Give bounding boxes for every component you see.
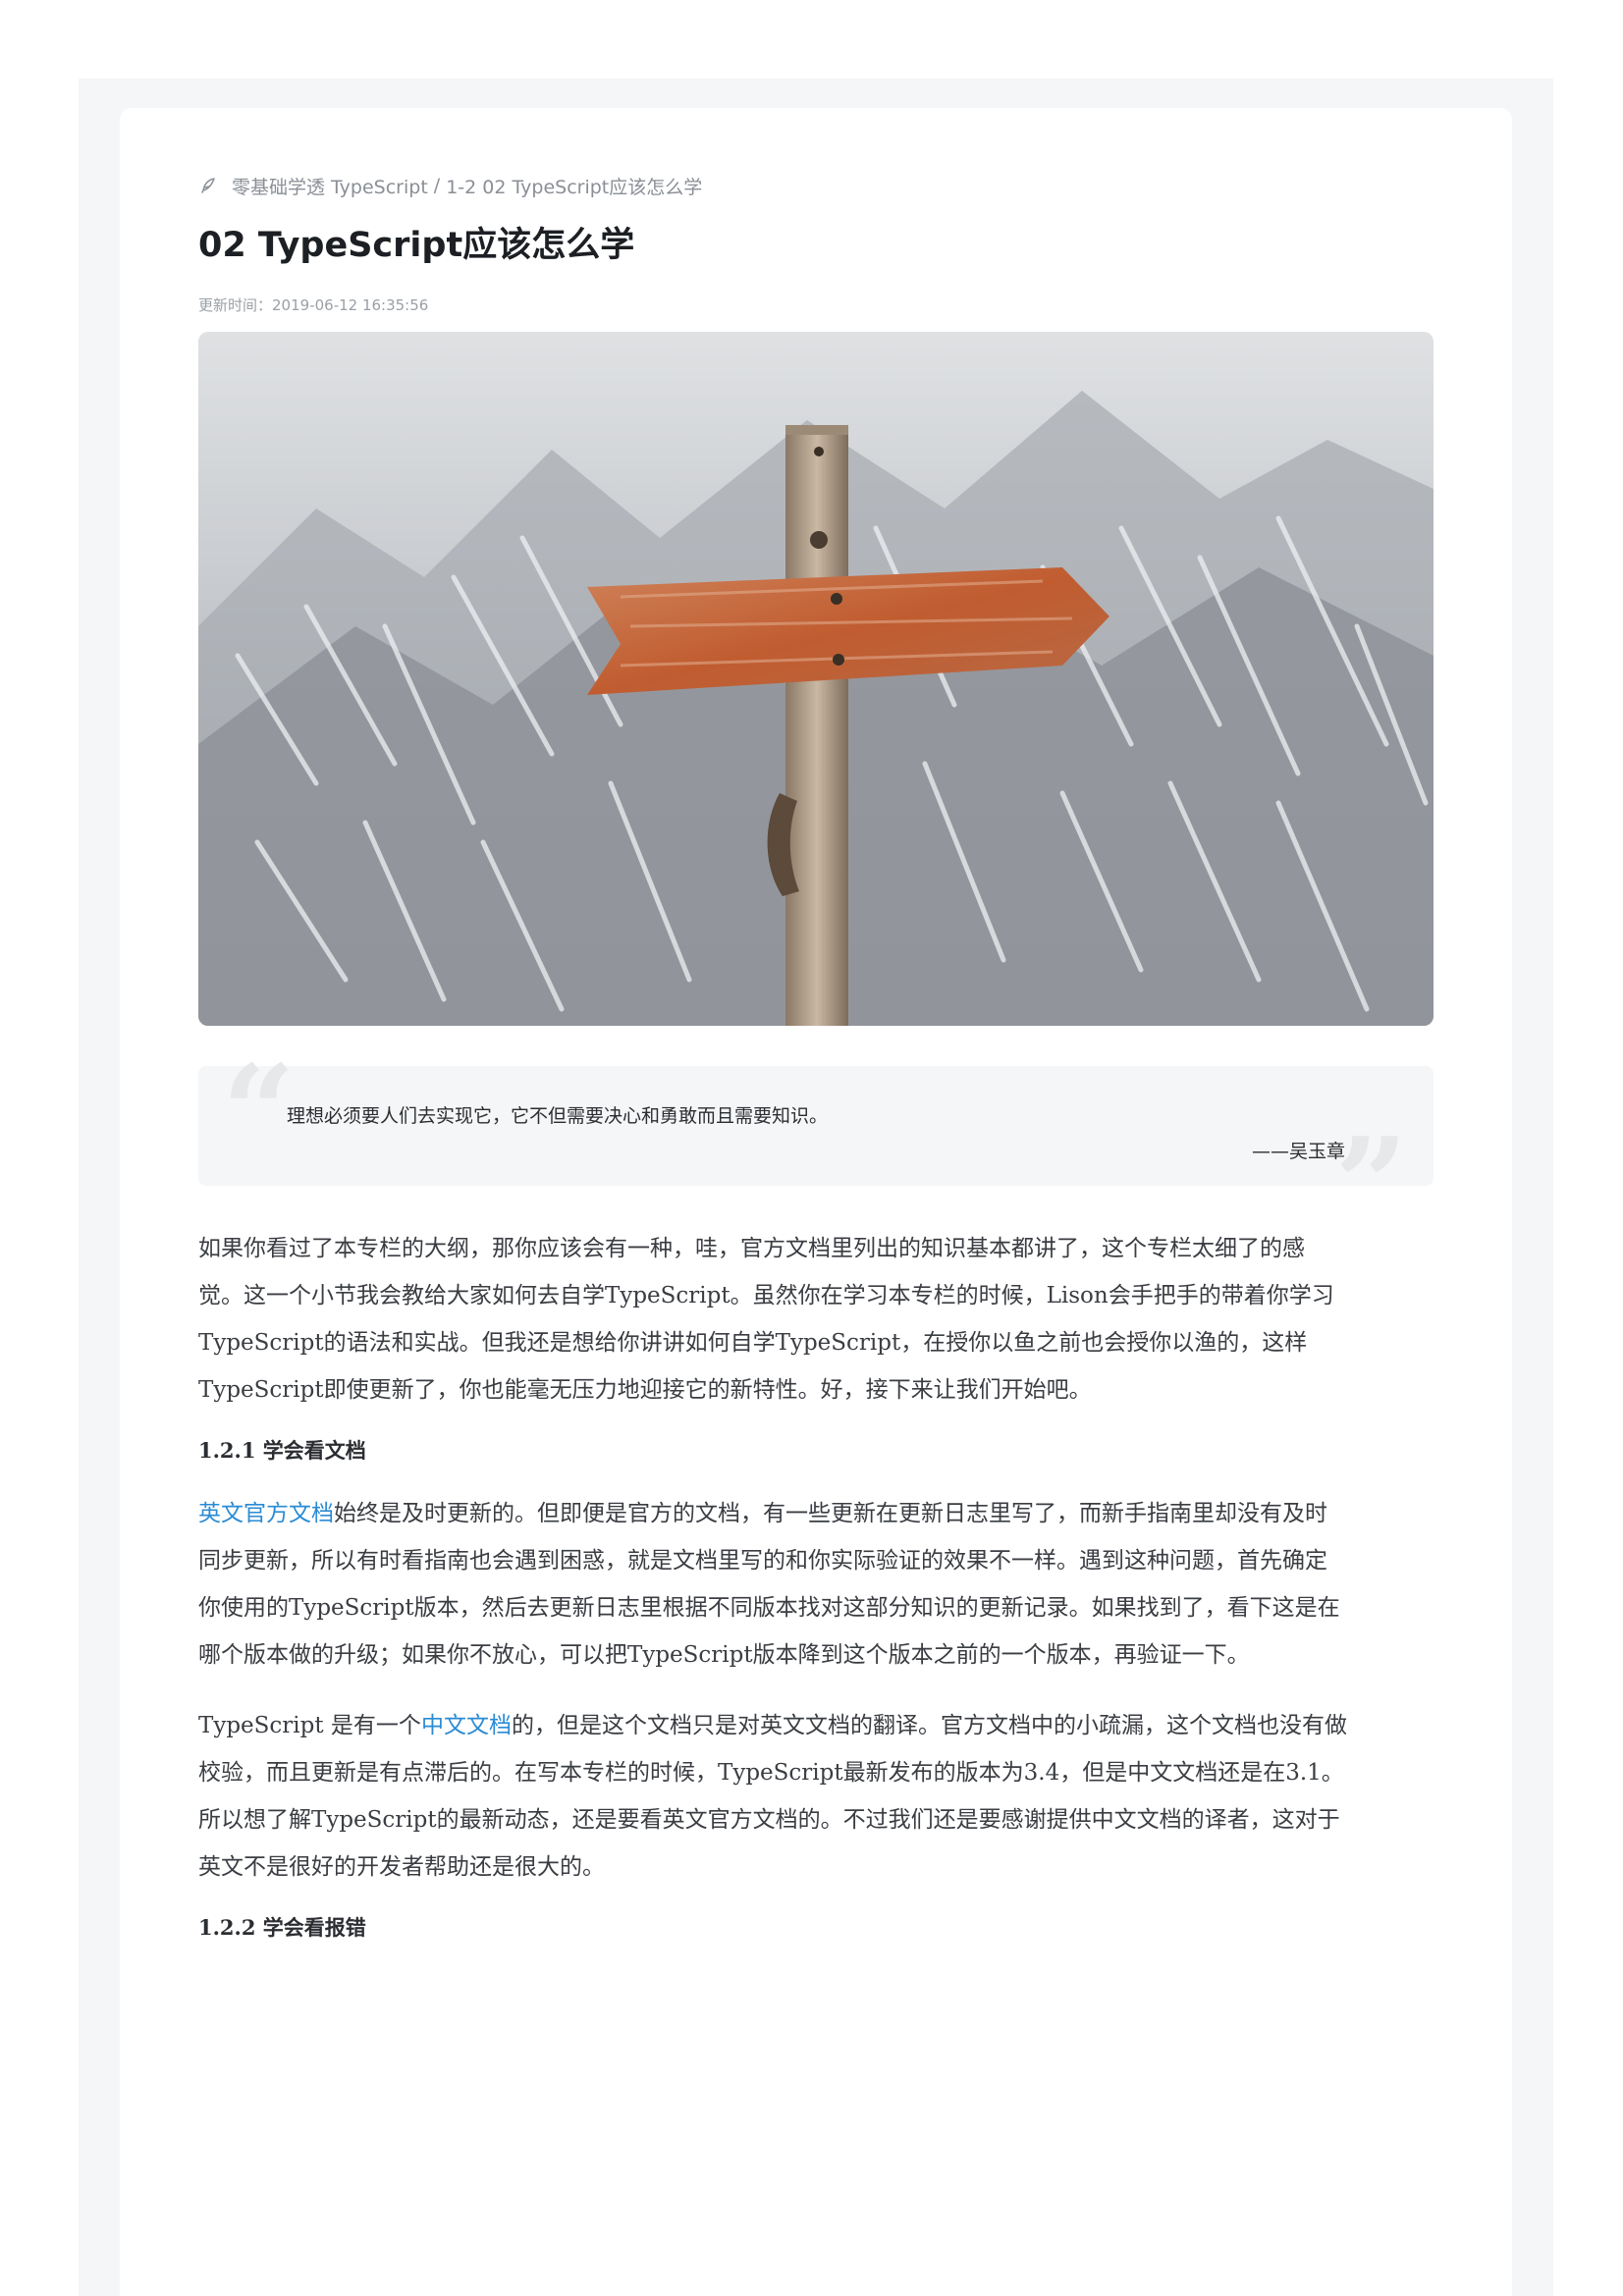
- text-line: TypeScript的语法和实战。但我还是想给你讲讲如何自学TypeScript…: [198, 1330, 1308, 1356]
- section-number: 1.2.1: [198, 1438, 256, 1463]
- section-title: 学会看文档: [262, 1438, 366, 1463]
- updated-label: 更新时间：: [198, 296, 273, 314]
- article-card: 零基础学透 TypeScript / 1-2 02 TypeScript应该怎么…: [120, 108, 1512, 2296]
- intro-paragraph: 如果你看过了本专栏的大纲，那你应该会有一种，哇，官方文档里列出的知识基本都讲了，…: [198, 1225, 1434, 1414]
- text-line: 你使用的TypeScript版本，然后去更新日志里根据不同版本找对这部分知识的更…: [198, 1595, 1340, 1621]
- text-span: 的，但是这个文档只是对英文文档的翻译。官方文档中的小疏漏，这个文档也没有做: [511, 1713, 1347, 1738]
- text-line: 英文官方文档始终是及时更新的。但即便是官方的文档，有一些更新在更新日志里写了，而…: [198, 1490, 1434, 1537]
- page-background: 零基础学透 TypeScript / 1-2 02 TypeScript应该怎么…: [79, 79, 1553, 2296]
- text-span: TypeScript 是有一个: [198, 1713, 421, 1738]
- text-line: 英文不是很好的开发者帮助还是很大的。: [198, 1854, 605, 1880]
- breadcrumb-separator: /: [433, 175, 441, 196]
- breadcrumb: 零基础学透 TypeScript / 1-2 02 TypeScript应该怎么…: [198, 171, 702, 200]
- text-line: 如果你看过了本专栏的大纲，那你应该会有一种，哇，官方文档里列出的知识基本都讲了，…: [198, 1236, 1305, 1261]
- english-docs-link[interactable]: 英文官方文档: [198, 1501, 334, 1526]
- docs-paragraph-2: TypeScript 是有一个中文文档的，但是这个文档只是对英文文档的翻译。官方…: [198, 1702, 1434, 1891]
- text-line: 哪个版本做的升级；如果你不放心，可以把TypeScript版本降到这个版本之前的…: [198, 1642, 1250, 1668]
- docs-paragraph-1: 英文官方文档始终是及时更新的。但即便是官方的文档，有一些更新在更新日志里写了，而…: [198, 1490, 1434, 1679]
- text-line: TypeScript 是有一个中文文档的，但是这个文档只是对英文文档的翻译。官方…: [198, 1702, 1434, 1749]
- text-line: 所以想了解TypeScript的最新动态，还是要看英文官方文档的。不过我们还是要…: [198, 1807, 1340, 1833]
- chinese-docs-link[interactable]: 中文文档: [421, 1713, 512, 1738]
- section-title: 学会看报错: [262, 1915, 366, 1940]
- section-heading-1-2-2: 1.2.2 学会看报错: [198, 1912, 366, 1942]
- section-heading-1-2-1: 1.2.1 学会看文档: [198, 1435, 366, 1465]
- feather-pen-icon: [198, 176, 218, 195]
- updated-value: 2019-06-12 16:35:56: [272, 296, 429, 314]
- breadcrumb-course-link[interactable]: 零基础学透 TypeScript: [232, 173, 428, 199]
- text-span: 始终是及时更新的。但即便是官方的文档，有一些更新在更新日志里写了，而新手指南里却…: [334, 1501, 1327, 1526]
- updated-time: 更新时间：2019-06-12 16:35:56: [198, 294, 428, 315]
- text-line: TypeScript即使更新了，你也能毫无压力地迎接它的新特性。好，接下来让我们…: [198, 1377, 1092, 1403]
- section-number: 1.2.2: [198, 1915, 256, 1940]
- quote-text: 理想必须要人们去实现它，它不但需要决心和勇敢而且需要知识。: [287, 1105, 829, 1127]
- quote-author: ——吴玉章: [1251, 1141, 1345, 1162]
- open-quote-icon: “: [222, 1037, 296, 1187]
- hero-image: [198, 332, 1434, 1026]
- breadcrumb-current-section: 1-2 02 TypeScript应该怎么学: [446, 176, 703, 198]
- page-title: 02 TypeScript应该怎么学: [198, 226, 635, 265]
- text-line: 觉。这一个小节我会教给大家如何去自学TypeScript。虽然你在学习本专栏的时…: [198, 1283, 1334, 1308]
- text-line: 同步更新，所以有时看指南也会遇到困惑，就是文档里写的和你实际验证的效果不一样。遇…: [198, 1548, 1327, 1574]
- quote-block: “ ” 理想必须要人们去实现它，它不但需要决心和勇敢而且需要知识。 ——吴玉章: [198, 1048, 1434, 1249]
- text-line: 校验，而且更新是有点滞后的。在写本专栏的时候，TypeScript最新发布的版本…: [198, 1760, 1344, 1786]
